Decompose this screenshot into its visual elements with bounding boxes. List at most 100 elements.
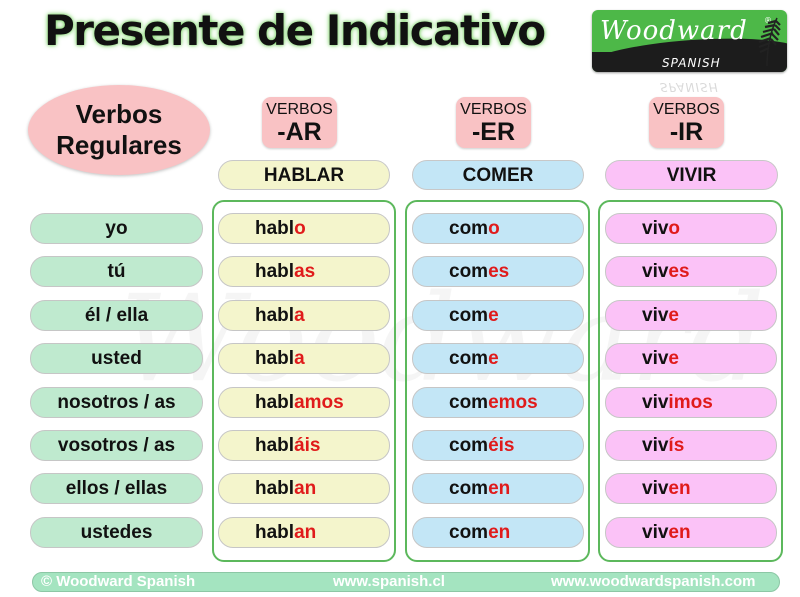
badge-ar-type: -AR — [277, 118, 322, 146]
conjugation-ir-1: vives — [605, 256, 777, 287]
conjugation-ar-6: hablan — [218, 473, 390, 504]
verb-ending: a — [294, 305, 305, 326]
conjugation-ar-4: hablamos — [218, 387, 390, 418]
verb-ending: en — [488, 478, 511, 499]
logo-brand: Woodward — [600, 16, 748, 46]
verb-ending: a — [294, 348, 305, 369]
pronoun-5: vosotros / as — [30, 430, 203, 461]
verb-ending: en — [668, 478, 691, 499]
verb-ending: amos — [294, 392, 344, 413]
badge-er-type: -ER — [471, 118, 516, 146]
verb-stem: habl — [255, 522, 295, 543]
conjugation-er-3: come — [412, 343, 584, 374]
verb-ending: e — [668, 348, 679, 369]
verb-ending: éis — [488, 435, 515, 456]
pronoun-0: yo — [30, 213, 203, 244]
verb-ending: o — [668, 218, 681, 239]
verb-stem: viv — [642, 478, 669, 499]
logo-reflection: SPANISH — [660, 80, 719, 94]
verb-ending: emos — [488, 392, 538, 413]
verb-stem: viv — [642, 218, 669, 239]
conjugation-ir-6: viven — [605, 473, 777, 504]
badge-er: VERBOS -ER — [456, 97, 531, 148]
verb-stem: com — [449, 261, 489, 282]
infinitive-hablar: HABLAR — [218, 160, 390, 190]
verbos-regulares-heading: Verbos Regulares — [28, 85, 210, 175]
badge-ar: VERBOS -AR — [262, 97, 337, 148]
verb-stem: com — [449, 305, 489, 326]
conjugation-ar-7: hablan — [218, 517, 390, 548]
verb-ending: as — [294, 261, 316, 282]
verb-stem: viv — [642, 522, 669, 543]
heading-line1: Verbos — [75, 99, 163, 129]
page-title: Presente de Indicativo — [44, 6, 546, 55]
verb-ending: en — [488, 522, 511, 543]
conjugation-er-7: comen — [412, 517, 584, 548]
verb-stem: habl — [255, 261, 295, 282]
verb-stem: com — [449, 435, 489, 456]
conjugation-ar-1: hablas — [218, 256, 390, 287]
conjugation-er-1: comes — [412, 256, 584, 287]
group-ir — [598, 200, 783, 562]
verb-stem: viv — [642, 261, 669, 282]
badge-ir-type: -IR — [669, 118, 704, 146]
verb-ending: es — [488, 261, 510, 282]
verb-ending: en — [668, 522, 691, 543]
pronoun-1: tú — [30, 256, 203, 287]
footer-bar: © Woodward Spanish www.spanish.cl www.wo… — [32, 572, 780, 592]
verb-stem: com — [449, 392, 489, 413]
verb-stem: viv — [642, 392, 669, 413]
fern-icon — [758, 17, 781, 67]
verb-stem: habl — [255, 305, 295, 326]
verb-stem: habl — [255, 348, 295, 369]
verb-ending: e — [488, 348, 499, 369]
conjugation-er-2: come — [412, 300, 584, 331]
verb-stem: com — [449, 478, 489, 499]
pronoun-4: nosotros / as — [30, 387, 203, 418]
footer-link-woodwardspanish[interactable]: www.woodwardspanish.com — [551, 573, 755, 591]
verb-ending: e — [668, 305, 679, 326]
verb-stem: viv — [642, 348, 669, 369]
verb-stem: com — [449, 522, 489, 543]
verb-stem: viv — [642, 305, 669, 326]
verb-ending: e — [488, 305, 499, 326]
verb-stem: habl — [255, 435, 295, 456]
conjugation-ir-3: vive — [605, 343, 777, 374]
conjugation-ir-2: vive — [605, 300, 777, 331]
footer-copyright: © Woodward Spanish — [41, 573, 196, 590]
verb-ending: o — [294, 218, 306, 239]
conjugation-er-0: como — [412, 213, 584, 244]
footer-link-spanish-cl[interactable]: www.spanish.cl — [333, 573, 445, 591]
conjugation-ar-3: habla — [218, 343, 390, 374]
logo-subtitle: SPANISH — [662, 56, 721, 70]
conjugation-ar-2: habla — [218, 300, 390, 331]
heading-line2: Regulares — [56, 130, 182, 160]
conjugation-ir-0: vivo — [605, 213, 777, 244]
verb-ending: imos — [668, 392, 713, 413]
infinitive-vivir: VIVIR — [605, 160, 778, 190]
verb-ending: ís — [668, 435, 685, 456]
conjugation-ar-5: habláis — [218, 430, 390, 461]
infinitive-comer: COMER — [412, 160, 584, 190]
conjugation-ir-7: viven — [605, 517, 777, 548]
group-ar — [212, 200, 396, 562]
verb-ending: o — [488, 218, 500, 239]
badge-ar-label: VERBOS — [266, 101, 333, 118]
verb-stem: com — [449, 218, 489, 239]
pronoun-6: ellos / ellas — [30, 473, 203, 504]
group-er — [405, 200, 590, 562]
conjugation-er-4: comemos — [412, 387, 584, 418]
verb-ending: es — [668, 261, 690, 282]
verb-stem: habl — [255, 478, 295, 499]
badge-ir-label: VERBOS — [653, 101, 720, 118]
conjugation-er-6: comen — [412, 473, 584, 504]
verb-ending: áis — [294, 435, 321, 456]
verb-stem: habl — [255, 392, 295, 413]
verb-stem: viv — [642, 435, 669, 456]
badge-ir: VERBOS -IR — [649, 97, 724, 148]
conjugation-ar-0: hablo — [218, 213, 390, 244]
badge-er-label: VERBOS — [460, 101, 527, 118]
verb-ending: an — [294, 522, 317, 543]
conjugation-ir-5: vivís — [605, 430, 777, 461]
conjugation-ir-4: vivimos — [605, 387, 777, 418]
